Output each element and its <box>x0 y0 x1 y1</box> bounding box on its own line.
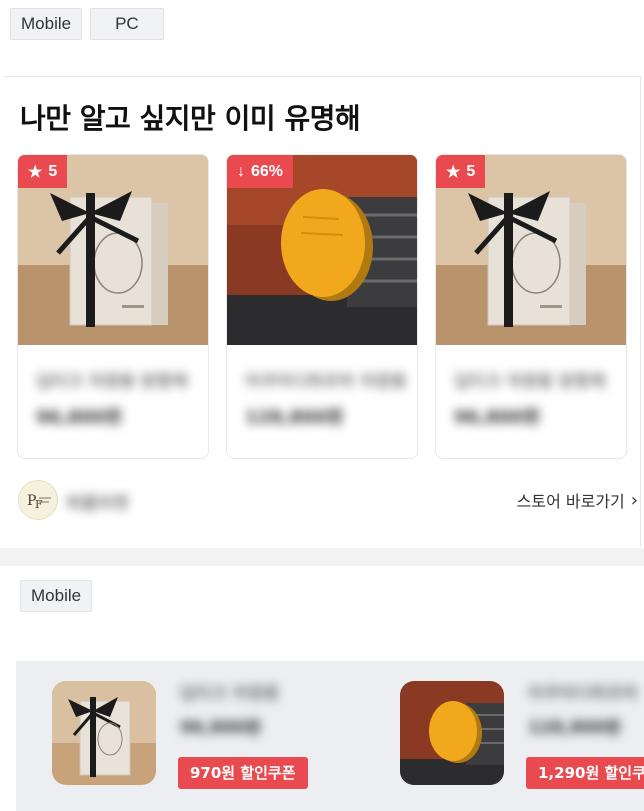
product-image[interactable]: ↓ 66% <box>227 155 417 345</box>
product-name[interactable]: 딥티크 차량용 방향제 <box>454 367 606 392</box>
view-toggle-bar: Mobile PC <box>10 8 164 40</box>
store-name[interactable]: 퍼퓸마켓 <box>66 489 129 514</box>
rating-badge: ★ 5 <box>18 155 68 188</box>
mobile-preview-panel: Mobile 딥티크 차량용 96,800원 970원 할인쿠폰 아쿠아디파르마… <box>0 566 644 811</box>
coupon-badge[interactable]: 1,290원 할인쿠폰 <box>526 757 644 789</box>
product-image[interactable]: ★ 5 <box>18 155 208 345</box>
pc-tab[interactable]: PC <box>90 8 164 40</box>
store-logo[interactable]: P F <box>18 480 58 520</box>
product-image[interactable]: ★ 5 <box>436 155 626 345</box>
product-card[interactable]: ★ 5 딥티크 차량용 방향제 96,800원 <box>435 154 627 459</box>
product-name[interactable]: 딥티크 차량용 방향제 <box>36 367 188 392</box>
product-price: 128,800원 <box>245 407 344 428</box>
mobile-tab[interactable]: Mobile <box>20 580 93 612</box>
store-link[interactable]: 스토어 바로가기 › <box>517 488 638 512</box>
product-price: 96,800원 <box>36 407 123 428</box>
rating-badge: ★ 5 <box>436 155 486 188</box>
product-thumbnail[interactable] <box>400 681 504 785</box>
discount-badge: ↓ 66% <box>227 155 294 188</box>
product-carousel-section: 나만 알고 싶지만 이미 유명해 ★ 5 딥티크 차량용 방향제 96,800원… <box>4 76 641 547</box>
product-price: 96,800원 <box>180 718 262 738</box>
arrow-down-icon: ↓ <box>237 162 245 180</box>
star-icon: ★ <box>446 163 461 181</box>
star-icon: ★ <box>28 163 43 181</box>
product-price: 96,800원 <box>454 407 541 428</box>
product-price: 128,800원 <box>528 718 622 738</box>
product-name[interactable]: 아쿠아디파르마 차량용 <box>245 367 407 392</box>
product-name[interactable]: 아쿠아디파르마 <box>528 679 637 704</box>
svg-text:F: F <box>35 498 43 511</box>
coupon-badge[interactable]: 970원 할인쿠폰 <box>178 757 308 789</box>
chevron-right-icon: › <box>630 489 638 511</box>
product-card[interactable]: ↓ 66% 아쿠아디파르마 차량용 128,800원 <box>226 154 418 459</box>
desktop-preview-panel: Mobile PC 나만 알고 싶지만 이미 유명해 ★ 5 딥티크 차량용 방… <box>0 0 644 548</box>
product-thumbnail[interactable] <box>52 681 156 785</box>
store-row: P F 퍼퓸마켓 스토어 바로가기 › <box>18 480 638 520</box>
mobile-tab[interactable]: Mobile <box>10 8 83 40</box>
product-strip: 딥티크 차량용 96,800원 970원 할인쿠폰 아쿠아디파르마 128,80… <box>16 661 644 811</box>
product-card[interactable]: ★ 5 딥티크 차량용 방향제 96,800원 <box>17 154 209 459</box>
section-title: 나만 알고 싶지만 이미 유명해 <box>20 102 361 135</box>
product-name[interactable]: 딥티크 차량용 <box>180 679 279 704</box>
